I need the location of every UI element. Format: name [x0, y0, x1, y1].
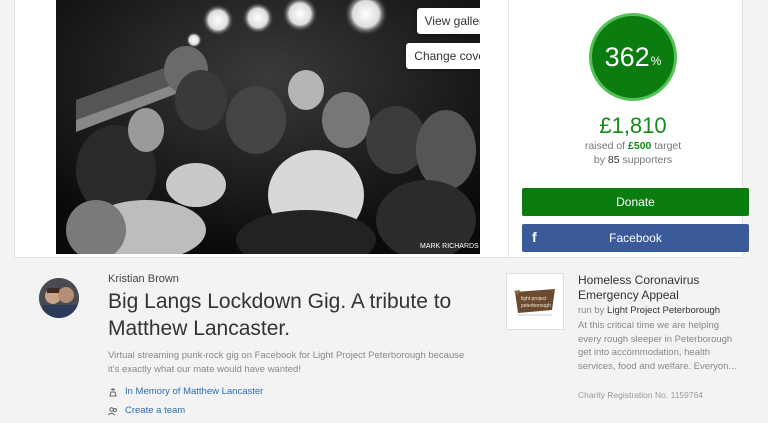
facebook-icon: f	[532, 229, 537, 245]
create-team-label: Create a team	[125, 405, 186, 416]
charity-name[interactable]: Light Project Peterborough	[607, 305, 720, 316]
supporters-count: 85	[607, 154, 620, 166]
facebook-label: Facebook	[609, 231, 662, 245]
svg-text:light project: light project	[521, 296, 547, 302]
raised-of-text: raised of	[584, 140, 626, 152]
charity-logo[interactable]: light project peterborough	[506, 273, 564, 330]
facebook-share-button[interactable]: f Facebook	[522, 224, 749, 252]
donation-panel: 362% £1,810 raised of £500 target by 85 …	[508, 0, 757, 258]
target-line: raised of £500 target	[509, 140, 757, 152]
run-by-prefix: run by	[578, 305, 605, 316]
team-icon	[108, 406, 118, 416]
progress-percent: 362	[604, 41, 650, 72]
charity-description: At this critical time we are helping eve…	[578, 320, 737, 372]
organiser-name[interactable]: Kristian Brown	[108, 273, 179, 285]
page-title: Big Langs Lockdown Gig. A tribute to Mat…	[108, 290, 452, 340]
page-summary: Virtual streaming punk-rock gig on Faceb…	[108, 350, 465, 375]
target-word: target	[654, 140, 682, 152]
create-team-link[interactable]: Create a team	[108, 405, 185, 416]
amount-raised: £1,810	[599, 113, 667, 138]
charity-appeal-title[interactable]: Homeless Coronavirus Emergency Appeal	[578, 273, 743, 303]
organiser-avatar[interactable]	[39, 278, 79, 318]
supporters-line: by 85 supporters	[509, 154, 757, 166]
change-cover-button[interactable]: Change cover	[406, 43, 480, 69]
memorial-icon	[108, 387, 118, 397]
percent-sign: %	[650, 54, 662, 68]
charity-registration: Charity Registration No. 1159764	[578, 390, 704, 400]
cover-photo: MARK RICHARDS View gallery Change cover	[56, 0, 480, 254]
photo-watermark: MARK RICHARDS	[420, 243, 479, 250]
donate-button[interactable]: Donate	[522, 188, 749, 216]
by-text: by	[593, 154, 605, 166]
concert-photo: MARK RICHARDS	[56, 0, 480, 254]
view-gallery-button[interactable]: View gallery	[416, 8, 480, 34]
target-amount: £500	[628, 140, 652, 152]
in-memory-link[interactable]: In Memory of Matthew Lancaster	[108, 386, 263, 397]
supporters-word: supporters	[622, 154, 673, 166]
progress-circle: 362%	[589, 13, 677, 101]
charity-run-by: run by Light Project Peterborough	[578, 305, 720, 316]
svg-text:peterborough: peterborough	[521, 303, 551, 309]
campaign-header-card: MARK RICHARDS View gallery Change cover …	[14, 0, 749, 258]
in-memory-label: In Memory of Matthew Lancaster	[125, 386, 264, 397]
